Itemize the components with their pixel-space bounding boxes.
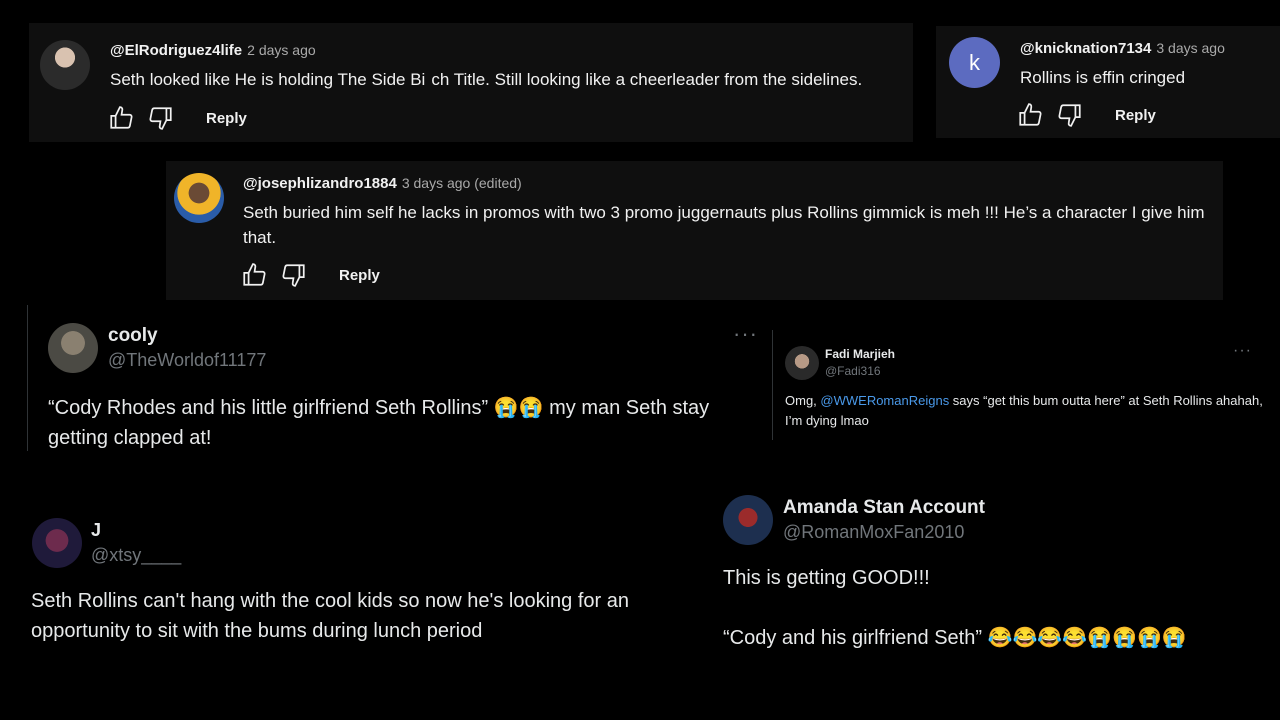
avatar[interactable] <box>40 40 90 90</box>
tweet: cooly @TheWorldof11177 ··· “Cody Rhodes … <box>28 305 770 451</box>
tweet-text: Seth Rollins can't hang with the cool ki… <box>31 590 629 642</box>
comment-author[interactable]: @ElRodriguez4life <box>110 42 242 59</box>
tweet-text-line: This is getting GOOD!!! <box>723 567 930 589</box>
tweet-handle[interactable]: @RomanMoxFan2010 <box>783 522 964 543</box>
more-options-icon[interactable]: ··· <box>733 321 758 347</box>
comment-text-part: ch Title. Still looking like a cheerlead… <box>431 70 863 89</box>
comment-text-part: Seth looked like He is holding The Side … <box>110 70 426 89</box>
comment-author[interactable]: @josephlizandro1884 <box>243 175 397 192</box>
dislike-icon[interactable] <box>1057 102 1083 128</box>
youtube-comment: k @knicknation7134 3 days ago Rollins is … <box>936 26 1280 138</box>
like-icon[interactable] <box>108 105 134 131</box>
like-icon[interactable] <box>1017 102 1043 128</box>
comment-text: Seth buried him self he lacks in promos … <box>243 203 1205 247</box>
more-options-icon[interactable]: ··· <box>1233 342 1252 360</box>
avatar[interactable]: k <box>949 37 1000 88</box>
comment-text: Seth looked like He is holding The Side … <box>110 67 862 92</box>
comment-text: Rollins is effin cringed <box>1020 68 1186 87</box>
avatar[interactable] <box>174 173 224 223</box>
tweet: Amanda Stan Account @RomanMoxFan2010 Thi… <box>710 492 1280 667</box>
comment-time[interactable]: 3 days ago <box>1156 40 1225 56</box>
comment-time[interactable]: 2 days ago <box>247 42 316 58</box>
mention-link[interactable]: @WWERomanReigns <box>820 393 949 408</box>
comment-time[interactable]: 3 days ago (edited) <box>402 175 522 191</box>
reply-button[interactable]: Reply <box>1115 107 1156 124</box>
tweet-author-name[interactable]: Fadi Marjieh <box>825 347 895 361</box>
tweet-text: “Cody Rhodes and his little girlfriend S… <box>48 397 710 449</box>
avatar[interactable] <box>723 495 773 545</box>
dislike-icon[interactable] <box>281 262 307 288</box>
tweet-author-name[interactable]: Amanda Stan Account <box>783 497 985 519</box>
avatar[interactable] <box>48 323 98 373</box>
reply-button[interactable]: Reply <box>206 110 247 127</box>
dislike-icon[interactable] <box>148 105 174 131</box>
avatar[interactable] <box>785 346 819 380</box>
youtube-comment: @josephlizandro1884 3 days ago (edited) S… <box>166 161 1223 300</box>
tweet-author-name[interactable]: cooly <box>108 325 158 347</box>
tweet: J @xtsy____ Seth Rollins can't hang with… <box>0 510 710 660</box>
tweet-handle[interactable]: @xtsy____ <box>91 545 181 566</box>
tweet-handle[interactable]: @TheWorldof11177 <box>108 350 266 371</box>
like-icon[interactable] <box>241 262 267 288</box>
tweet-text: Omg, @WWERomanReigns says “get this bum … <box>785 391 1265 431</box>
youtube-comment: @ElRodriguez4life 2 days ago Seth looked … <box>29 23 913 142</box>
tweet-author-name[interactable]: J <box>91 520 101 541</box>
tweet-text-line: “Cody and his girlfriend Seth” 😂😂😂😂😭😭😭😭 <box>723 627 1187 649</box>
tweet: Fadi Marjieh @Fadi316 ··· Omg, @WWERoman… <box>773 330 1280 440</box>
reply-button[interactable]: Reply <box>339 267 380 284</box>
avatar[interactable] <box>32 518 82 568</box>
comment-author[interactable]: @knicknation7134 <box>1020 40 1151 57</box>
tweet-handle[interactable]: @Fadi316 <box>825 364 881 378</box>
tweet-text-part: Omg, <box>785 393 821 408</box>
